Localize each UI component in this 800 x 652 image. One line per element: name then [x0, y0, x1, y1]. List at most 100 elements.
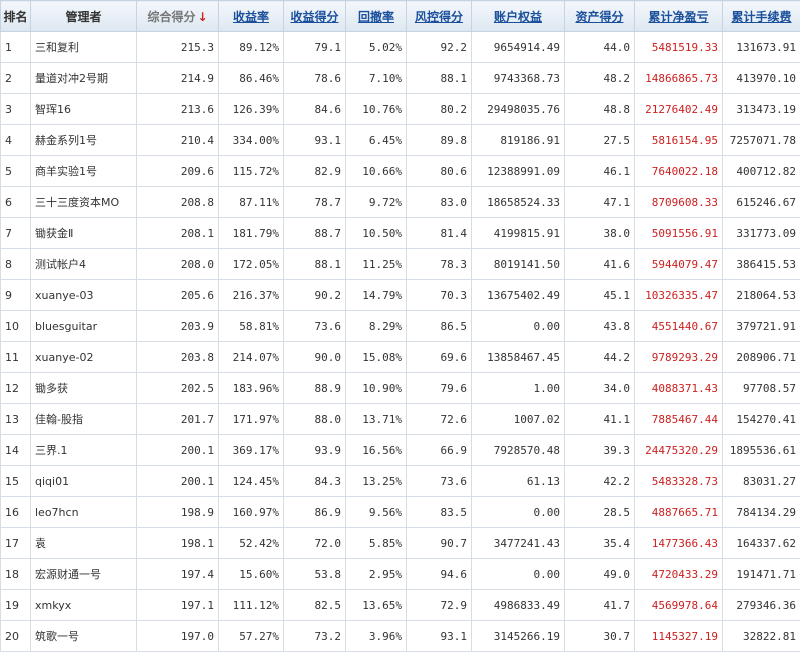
return-score-cell: 84.6 — [284, 94, 346, 125]
table-row: 18宏源财通一号197.415.60%53.82.95%94.60.0049.0… — [1, 559, 800, 590]
asset-score-cell: 27.5 — [565, 125, 635, 156]
manager-cell: 量道对冲2号期 — [31, 63, 137, 94]
table-row: 11xuanye-02203.8214.07%90.015.08%69.6138… — [1, 342, 800, 373]
asset-score-cell: 41.7 — [565, 590, 635, 621]
col-header-drawdown-rate[interactable]: 回撤率 — [346, 1, 407, 32]
asset-score-cell: 38.0 — [565, 218, 635, 249]
cumulative-net-pnl-cell: 1477366.43 — [635, 528, 723, 559]
return-rate-cell: 214.07% — [219, 342, 284, 373]
return-score-cell: 88.9 — [284, 373, 346, 404]
cumulative-net-pnl-cell: 14866865.73 — [635, 63, 723, 94]
return-rate-cell: 124.45% — [219, 466, 284, 497]
account-equity-cell: 9743368.73 — [472, 63, 565, 94]
table-row: 16leo7hcn198.9160.97%86.99.56%83.50.0028… — [1, 497, 800, 528]
cumulative-net-pnl-cell: 4720433.29 — [635, 559, 723, 590]
col-header-manager-label: 管理者 — [65, 10, 101, 24]
col-header-cumulative-fees-label: 累计手续费 — [731, 10, 791, 24]
cumulative-net-pnl-cell: 5816154.95 — [635, 125, 723, 156]
drawdown-rate-cell: 10.66% — [346, 156, 407, 187]
risk-score-cell: 83.0 — [407, 187, 472, 218]
asset-score-cell: 41.1 — [565, 404, 635, 435]
account-equity-cell: 3477241.43 — [472, 528, 565, 559]
risk-score-cell: 89.8 — [407, 125, 472, 156]
asset-score-cell: 30.7 — [565, 621, 635, 652]
manager-cell: 智珲16 — [31, 94, 137, 125]
return-score-cell: 53.8 — [284, 559, 346, 590]
return-rate-cell: 171.97% — [219, 404, 284, 435]
manager-cell: bluesguitar — [31, 311, 137, 342]
overall-score-cell: 203.8 — [137, 342, 219, 373]
return-score-cell: 93.1 — [284, 125, 346, 156]
overall-score-cell: 205.6 — [137, 280, 219, 311]
asset-score-cell: 45.1 — [565, 280, 635, 311]
asset-score-cell: 44.2 — [565, 342, 635, 373]
account-equity-cell: 18658524.33 — [472, 187, 565, 218]
overall-score-cell: 198.9 — [137, 497, 219, 528]
col-header-risk-score[interactable]: 风控得分 — [407, 1, 472, 32]
cumulative-fees-cell: 218064.53 — [723, 280, 800, 311]
cumulative-net-pnl-cell: 21276402.49 — [635, 94, 723, 125]
overall-score-cell: 200.1 — [137, 466, 219, 497]
manager-cell: 袁 — [31, 528, 137, 559]
table-row: 7锄获金Ⅱ208.1181.79%88.710.50%81.44199815.9… — [1, 218, 800, 249]
return-rate-cell: 216.37% — [219, 280, 284, 311]
risk-score-cell: 81.4 — [407, 218, 472, 249]
col-header-account-equity[interactable]: 账户权益 — [472, 1, 565, 32]
risk-score-cell: 83.5 — [407, 497, 472, 528]
drawdown-rate-cell: 6.45% — [346, 125, 407, 156]
manager-cell: 赫金系列1号 — [31, 125, 137, 156]
risk-score-cell: 70.3 — [407, 280, 472, 311]
asset-score-cell: 47.1 — [565, 187, 635, 218]
col-header-return-rate[interactable]: 收益率 — [219, 1, 284, 32]
cumulative-fees-cell: 313473.19 — [723, 94, 800, 125]
risk-score-cell: 93.1 — [407, 621, 472, 652]
rank-cell: 20 — [1, 621, 31, 652]
overall-score-cell: 197.0 — [137, 621, 219, 652]
col-header-overall-score[interactable]: 综合得分↓ — [137, 1, 219, 32]
table-row: 2量道对冲2号期214.986.46%78.67.10%88.19743368.… — [1, 63, 800, 94]
col-header-return-score[interactable]: 收益得分 — [284, 1, 346, 32]
return-score-cell: 84.3 — [284, 466, 346, 497]
asset-score-cell: 43.8 — [565, 311, 635, 342]
col-header-cumulative-fees[interactable]: 累计手续费 — [723, 1, 800, 32]
cumulative-fees-cell: 97708.57 — [723, 373, 800, 404]
cumulative-net-pnl-cell: 4088371.43 — [635, 373, 723, 404]
cumulative-net-pnl-cell: 5483328.73 — [635, 466, 723, 497]
asset-score-cell: 41.6 — [565, 249, 635, 280]
rank-cell: 11 — [1, 342, 31, 373]
overall-score-cell: 215.3 — [137, 32, 219, 63]
drawdown-rate-cell: 13.71% — [346, 404, 407, 435]
asset-score-cell: 49.0 — [565, 559, 635, 590]
col-header-asset-score-label: 资产得分 — [575, 10, 623, 24]
risk-score-cell: 72.9 — [407, 590, 472, 621]
manager-cell: 测试帐户4 — [31, 249, 137, 280]
rank-cell: 3 — [1, 94, 31, 125]
cumulative-fees-cell: 400712.82 — [723, 156, 800, 187]
asset-score-cell: 42.2 — [565, 466, 635, 497]
return-score-cell: 90.0 — [284, 342, 346, 373]
overall-score-cell: 198.1 — [137, 528, 219, 559]
sort-desc-arrow-icon[interactable]: ↓ — [197, 10, 207, 24]
asset-score-cell: 46.1 — [565, 156, 635, 187]
drawdown-rate-cell: 7.10% — [346, 63, 407, 94]
return-score-cell: 78.6 — [284, 63, 346, 94]
overall-score-cell: 210.4 — [137, 125, 219, 156]
drawdown-rate-cell: 5.02% — [346, 32, 407, 63]
cumulative-net-pnl-cell: 10326335.47 — [635, 280, 723, 311]
drawdown-rate-cell: 10.50% — [346, 218, 407, 249]
rank-cell: 10 — [1, 311, 31, 342]
drawdown-rate-cell: 14.79% — [346, 280, 407, 311]
risk-score-cell: 69.6 — [407, 342, 472, 373]
ranking-table: 排名管理者综合得分↓收益率收益得分回撤率风控得分账户权益资产得分累计净盈亏累计手… — [0, 0, 800, 652]
col-header-asset-score[interactable]: 资产得分 — [565, 1, 635, 32]
account-equity-cell: 1007.02 — [472, 404, 565, 435]
cumulative-fees-cell: 83031.27 — [723, 466, 800, 497]
cumulative-fees-cell: 154270.41 — [723, 404, 800, 435]
table-row: 6三十三度资本MO208.887.11%78.79.72%83.01865852… — [1, 187, 800, 218]
overall-score-cell: 203.9 — [137, 311, 219, 342]
col-header-cumulative-net-pnl[interactable]: 累计净盈亏 — [635, 1, 723, 32]
cumulative-fees-cell: 7257071.78 — [723, 125, 800, 156]
table-row: 9xuanye-03205.6216.37%90.214.79%70.31367… — [1, 280, 800, 311]
overall-score-cell: 197.4 — [137, 559, 219, 590]
return-rate-cell: 126.39% — [219, 94, 284, 125]
